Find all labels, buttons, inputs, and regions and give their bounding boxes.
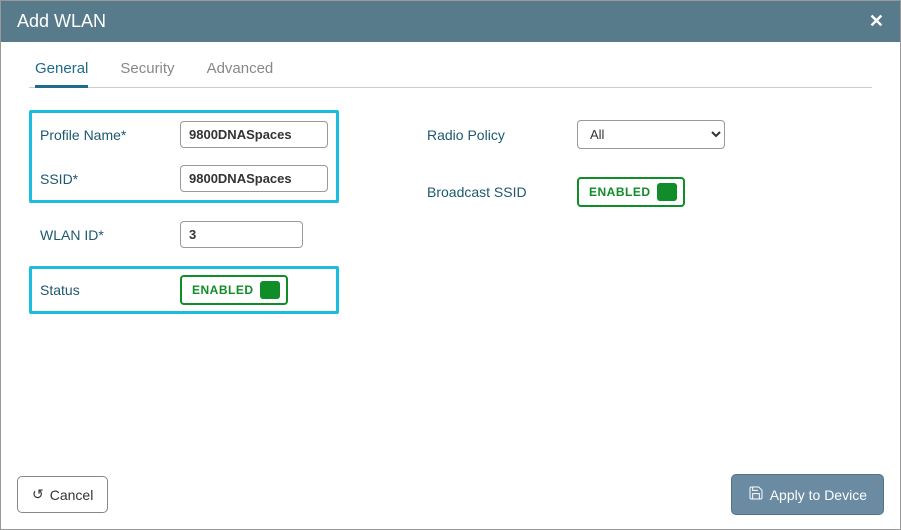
field-ssid: SSID*: [32, 157, 336, 200]
form-grid: Profile Name* SSID* WLAN ID* Status: [29, 110, 872, 314]
tab-advanced[interactable]: Advanced: [207, 54, 274, 88]
apply-to-device-button[interactable]: Apply to Device: [731, 474, 884, 515]
modal-footer: ↺ Cancel Apply to Device: [1, 462, 900, 529]
add-wlan-modal: Add WLAN ✕ General Security Advanced Pro…: [0, 0, 901, 530]
tab-general[interactable]: General: [35, 54, 88, 88]
label-profile-name: Profile Name*: [40, 127, 180, 143]
cancel-button[interactable]: ↺ Cancel: [17, 476, 108, 513]
modal-title: Add WLAN: [17, 11, 106, 32]
profile-name-input[interactable]: [180, 121, 328, 148]
radio-policy-select[interactable]: All: [577, 120, 725, 149]
wlan-id-input[interactable]: [180, 221, 303, 248]
save-icon: [748, 485, 764, 504]
highlight-group-name-ssid: Profile Name* SSID*: [29, 110, 339, 203]
field-radio-policy: Radio Policy All: [419, 110, 733, 155]
toggle-knob-icon: [657, 183, 677, 201]
toggle-knob-icon: [260, 281, 280, 299]
field-wlan-id: WLAN ID*: [29, 215, 339, 254]
apply-button-label: Apply to Device: [770, 487, 867, 503]
broadcast-ssid-toggle-label: ENABLED: [589, 185, 651, 199]
undo-icon: ↺: [32, 486, 44, 503]
field-profile-name: Profile Name*: [32, 113, 336, 156]
form-col-right: Radio Policy All Broadcast SSID ENABLED: [419, 110, 733, 314]
ssid-input[interactable]: [180, 165, 328, 192]
label-broadcast-ssid: Broadcast SSID: [427, 184, 577, 200]
close-icon[interactable]: ✕: [869, 11, 884, 32]
modal-body: General Security Advanced Profile Name* …: [1, 42, 900, 462]
field-broadcast-ssid: Broadcast SSID ENABLED: [419, 167, 733, 213]
cancel-button-label: Cancel: [50, 487, 94, 503]
tab-security[interactable]: Security: [120, 54, 174, 88]
broadcast-ssid-toggle[interactable]: ENABLED: [577, 177, 685, 207]
label-wlan-id: WLAN ID*: [40, 227, 180, 243]
label-radio-policy: Radio Policy: [427, 127, 577, 143]
modal-header: Add WLAN ✕: [1, 1, 900, 42]
form-col-left: Profile Name* SSID* WLAN ID* Status: [29, 110, 339, 314]
tabs: General Security Advanced: [29, 54, 872, 88]
label-ssid: SSID*: [40, 171, 180, 187]
status-toggle[interactable]: ENABLED: [180, 275, 288, 305]
status-toggle-label: ENABLED: [192, 283, 254, 297]
field-status: Status ENABLED: [29, 266, 339, 314]
label-status: Status: [40, 282, 180, 298]
